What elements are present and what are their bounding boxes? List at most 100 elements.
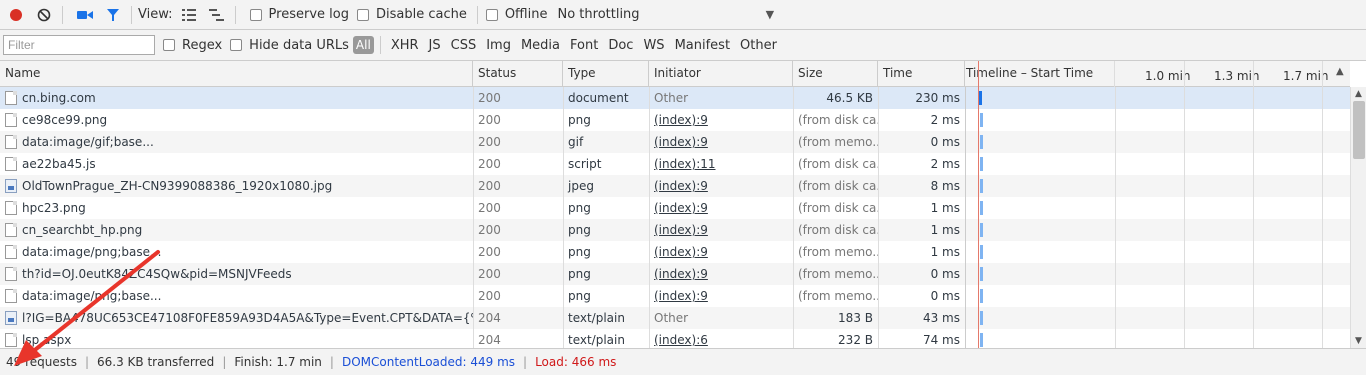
cell-initiator[interactable]: (index):9 (649, 175, 793, 197)
request-name[interactable]: lsp.aspx (22, 333, 71, 347)
cell-initiator[interactable]: (index):9 (649, 219, 793, 241)
filter-type-other[interactable]: Other (740, 38, 777, 53)
request-name[interactable]: OldTownPrague_ZH-CN9399088386_1920x1080.… (22, 179, 332, 193)
column-header-size[interactable]: Size (793, 61, 878, 87)
checkbox-box[interactable] (356, 8, 369, 21)
initiator-link[interactable]: (index):9 (654, 289, 708, 303)
initiator-link[interactable]: (index):6 (654, 333, 708, 347)
hide-data-urls-checkbox[interactable]: Hide data URLs (230, 38, 349, 53)
table-row[interactable]: th?id=OJ.0eutK84ZC4SQw&pid=MSNJVFeeds 200… (0, 263, 1350, 285)
filter-type-img[interactable]: Img (486, 38, 511, 53)
cell-name[interactable]: data:image/png;base... (0, 285, 473, 307)
checkbox-box[interactable] (249, 8, 262, 21)
sort-ascending-icon[interactable]: ▲ (1336, 66, 1344, 77)
column-header-status[interactable]: Status (473, 61, 563, 87)
filter-type-manifest[interactable]: Manifest (675, 38, 730, 53)
table-row[interactable]: data:image/png;base... 200 png (index):9 (fr… (0, 241, 1350, 263)
cell-initiator[interactable]: (index):9 (649, 197, 793, 219)
filter-type-font[interactable]: Font (570, 38, 598, 53)
table-row[interactable]: data:image/gif;base... 200 gif (index):9 (fr… (0, 131, 1350, 153)
cell-initiator[interactable]: Other (649, 307, 793, 329)
table-row[interactable]: l?IG=BA478UC653CE47108F0FE859A93D4A5A&Ty… (0, 307, 1350, 329)
filter-type-js[interactable]: JS (429, 38, 441, 53)
table-row[interactable]: OldTownPrague_ZH-CN9399088386_1920x1080.… (0, 175, 1350, 197)
offline-checkbox[interactable]: Offline (485, 7, 547, 22)
cell-name[interactable]: l?IG=BA478UC653CE47108F0FE859A93D4A5A&Ty… (0, 307, 473, 329)
throttling-select[interactable]: No throttling ▼ (557, 7, 774, 22)
cell-initiator[interactable]: (index):9 (649, 131, 793, 153)
column-header-time[interactable]: Time (878, 61, 965, 87)
cell-initiator[interactable]: (index):9 (649, 241, 793, 263)
regex-checkbox[interactable]: Regex (163, 38, 222, 53)
cell-name[interactable]: cn.bing.com (0, 87, 473, 109)
screenshot-camera-icon[interactable] (73, 3, 97, 27)
cell-initiator[interactable]: (index):11 (649, 153, 793, 175)
request-name[interactable]: ae22ba45.js (22, 157, 96, 171)
request-name[interactable]: ce98ce99.png (22, 113, 107, 127)
table-row[interactable]: data:image/png;base... 200 png (index):9 (fr… (0, 285, 1350, 307)
checkbox-box[interactable] (230, 39, 243, 51)
request-name[interactable]: cn_searchbt_hp.png (22, 223, 142, 237)
table-row[interactable]: ce98ce99.png 200 png (index):9 (from disk ca… (0, 109, 1350, 131)
cell-name[interactable]: hpc23.png (0, 197, 473, 219)
scroll-up-icon[interactable]: ▲ (1355, 89, 1362, 99)
request-name[interactable]: data:image/gif;base... (22, 135, 154, 149)
initiator-link[interactable]: (index):9 (654, 267, 708, 281)
initiator-link[interactable]: (index):9 (654, 179, 708, 193)
table-row[interactable]: ae22ba45.js 200 script (index):11 (from disk… (0, 153, 1350, 175)
large-rows-icon[interactable] (177, 3, 201, 27)
column-header-type[interactable]: Type (563, 61, 649, 87)
initiator-link[interactable]: (index):9 (654, 135, 708, 149)
table-row[interactable]: lsp.aspx 204 text/plain (index):6 232 B 74 ms (0, 329, 1350, 348)
initiator-link[interactable]: (index):11 (654, 157, 716, 171)
initiator-link[interactable]: (index):9 (654, 223, 708, 237)
cell-initiator[interactable]: (index):9 (649, 109, 793, 131)
request-name[interactable]: th?id=OJ.0eutK84ZC4SQw&pid=MSNJVFeeds (22, 267, 292, 281)
cell-initiator[interactable]: Other (649, 87, 793, 109)
initiator-link[interactable]: Other (654, 91, 688, 105)
overview-waterfall-icon[interactable] (205, 3, 229, 27)
column-header-timeline[interactable]: Timeline – Start Time (965, 61, 1115, 87)
record-icon[interactable] (4, 3, 28, 27)
table-row[interactable]: cn_searchbt_hp.png 200 png (index):9 (from d… (0, 219, 1350, 241)
request-name[interactable]: hpc23.png (22, 201, 86, 215)
scrollbar-thumb[interactable] (1353, 101, 1365, 159)
clear-icon[interactable] (32, 3, 56, 27)
disable-cache-checkbox[interactable]: Disable cache (356, 7, 467, 22)
cell-initiator[interactable]: (index):9 (649, 263, 793, 285)
filter-type-media[interactable]: Media (521, 38, 560, 53)
initiator-link[interactable]: Other (654, 311, 688, 325)
initiator-link[interactable]: (index):9 (654, 113, 708, 127)
column-header-initiator[interactable]: Initiator (649, 61, 793, 87)
preserve-log-checkbox[interactable]: Preserve log (249, 7, 349, 22)
table-row[interactable]: cn.bing.com 200 document Other 46.5 KB 230 ms (0, 87, 1350, 109)
request-name[interactable]: cn.bing.com (22, 91, 96, 105)
cell-name[interactable]: ce98ce99.png (0, 109, 473, 131)
request-name[interactable]: l?IG=BA478UC653CE47108F0FE859A93D4A5A&Ty… (22, 311, 473, 325)
request-name[interactable]: data:image/png;base... (22, 245, 161, 259)
filter-type-css[interactable]: CSS (451, 38, 477, 53)
filter-all-button[interactable]: All (352, 36, 374, 54)
request-name[interactable]: data:image/png;base... (22, 289, 161, 303)
filter-type-doc[interactable]: Doc (608, 38, 633, 53)
cell-initiator[interactable]: (index):6 (649, 329, 793, 348)
filter-icon[interactable] (101, 3, 125, 27)
cell-name[interactable]: data:image/gif;base... (0, 131, 473, 153)
cell-name[interactable]: cn_searchbt_hp.png (0, 219, 473, 241)
checkbox-box[interactable] (485, 8, 498, 21)
cell-name[interactable]: OldTownPrague_ZH-CN9399088386_1920x1080.… (0, 175, 473, 197)
table-row[interactable]: hpc23.png 200 png (index):9 (from disk ca...… (0, 197, 1350, 219)
filter-type-xhr[interactable]: XHR (391, 38, 419, 53)
initiator-link[interactable]: (index):9 (654, 201, 708, 215)
checkbox-box[interactable] (163, 39, 175, 51)
cell-name[interactable]: data:image/png;base... (0, 241, 473, 263)
cell-name[interactable]: ae22ba45.js (0, 153, 473, 175)
column-header-name[interactable]: Name (0, 61, 473, 87)
scroll-down-icon[interactable]: ▼ (1355, 336, 1362, 346)
filter-type-ws[interactable]: WS (643, 38, 664, 53)
filter-input[interactable]: Filter (3, 35, 155, 55)
cell-initiator[interactable]: (index):9 (649, 285, 793, 307)
initiator-link[interactable]: (index):9 (654, 245, 708, 259)
cell-name[interactable]: lsp.aspx (0, 329, 473, 348)
cell-name[interactable]: th?id=OJ.0eutK84ZC4SQw&pid=MSNJVFeeds (0, 263, 473, 285)
